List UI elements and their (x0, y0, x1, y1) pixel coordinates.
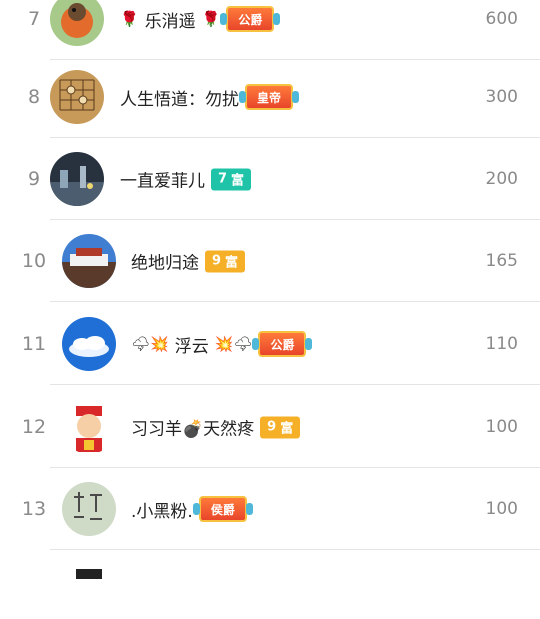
list-item[interactable]: 8 人生悟道：勿扰 皇帝 300 (0, 56, 540, 138)
score: 200 (485, 169, 518, 189)
divider (50, 384, 540, 385)
badge-label: 皇帝 (257, 90, 282, 105)
avatar[interactable] (50, 70, 104, 124)
divider (50, 301, 540, 302)
user-name[interactable]: .小黑粉. (131, 497, 193, 522)
badge-level: 9 (267, 419, 277, 435)
badge-level: 9 (212, 253, 222, 269)
score: 300 (485, 87, 518, 107)
rank-number: 13 (21, 498, 47, 520)
rich-badge: 9富 (260, 416, 301, 438)
list-item[interactable]: 13 .小黑粉. 侯爵 100 (0, 468, 540, 550)
score: 110 (485, 334, 518, 354)
rose-emoji: 🌹 (120, 10, 139, 28)
rank-number: 11 (21, 333, 47, 355)
divider (50, 549, 540, 550)
avatar[interactable] (62, 482, 116, 536)
user-name[interactable]: 人生悟道：勿扰 (120, 85, 239, 110)
avatar[interactable] (62, 400, 116, 454)
badge-label: 富 (225, 255, 239, 271)
list-item[interactable]: 10 绝地归途 9富 165 (0, 220, 540, 302)
leaderboard-list: 7 🌹 乐消遥 🌹 公爵 600 8 人生悟道：勿扰 皇帝 300 9 一直爱菲… (0, 0, 540, 619)
rank-number: 10 (21, 250, 47, 272)
score: 165 (485, 251, 518, 271)
rich-badge: 7富 (211, 168, 252, 190)
badge-level: 7 (218, 171, 228, 187)
score: 600 (485, 9, 518, 29)
rank-number: 9 (27, 168, 41, 190)
avatar[interactable] (62, 317, 116, 371)
list-item[interactable]: 9 一直爱菲儿 7富 200 (0, 138, 540, 220)
user-name[interactable]: 乐消遥 (145, 7, 196, 32)
rose-emoji: 🌹 (201, 10, 221, 28)
avatar[interactable] (62, 565, 116, 619)
noble-badge: 侯爵 (192, 496, 253, 522)
noble-badge: 公爵 (252, 331, 313, 357)
user-name[interactable]: 一直爱菲儿 (120, 167, 205, 192)
user-name[interactable]: 绝地归途 (131, 249, 199, 274)
avatar[interactable] (50, 0, 104, 46)
user-name[interactable]: 习习羊💣天然疼 (131, 415, 254, 440)
score: 100 (485, 499, 518, 519)
rank-number: 12 (21, 416, 47, 438)
badge-label: 公爵 (270, 337, 295, 352)
list-item[interactable]: 11 🌩💥 浮云 💥🌩 公爵 110 (0, 303, 540, 385)
badge-label: 富 (231, 173, 245, 189)
avatar[interactable] (62, 234, 116, 288)
noble-badge: 公爵 (220, 6, 281, 32)
list-item[interactable]: 12 习习羊💣天然疼 9富 100 (0, 386, 540, 468)
user-name[interactable]: 浮云 (175, 332, 209, 357)
rank-number: 7 (27, 8, 41, 30)
badge-label: 富 (280, 421, 294, 437)
score: 100 (485, 417, 518, 437)
storm-emoji: 🌩💥 (131, 335, 169, 353)
storm-emoji: 💥🌩 (214, 335, 253, 353)
badge-label: 公爵 (238, 12, 263, 27)
list-item[interactable]: 7 🌹 乐消遥 🌹 公爵 600 (0, 0, 540, 60)
badge-label: 侯爵 (210, 502, 235, 517)
rank-number: 8 (27, 86, 41, 108)
noble-badge: 皇帝 (239, 84, 300, 110)
avatar[interactable] (50, 152, 104, 206)
rich-badge: 9富 (205, 250, 246, 272)
